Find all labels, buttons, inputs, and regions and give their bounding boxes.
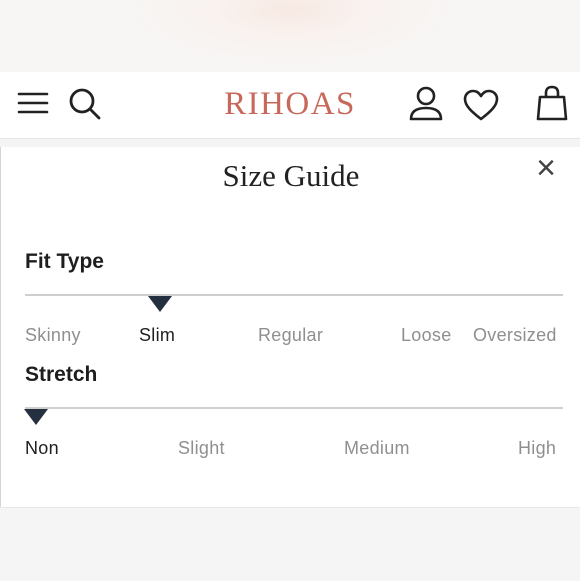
fit-option-skinny: Skinny (25, 325, 81, 345)
stretch-option-non: Non (25, 438, 59, 458)
stretch-option-slight: Slight (178, 438, 225, 458)
stretch-option-medium: Medium (344, 438, 410, 458)
wishlist-heart-icon[interactable] (462, 88, 500, 122)
account-icon[interactable] (407, 85, 445, 123)
site-header: RIHOAS (0, 72, 580, 139)
fit-type-label: Fit Type (25, 250, 104, 273)
close-icon: × (536, 149, 556, 187)
size-guide-title: Size Guide (222, 158, 360, 193)
blurred-background-top (0, 0, 580, 72)
header-separator (0, 139, 580, 147)
close-button[interactable]: × (531, 151, 561, 185)
stretch-label: Stretch (25, 363, 98, 386)
stretch-track (25, 407, 563, 409)
fit-type-marker (148, 296, 172, 312)
fit-option-oversized: Oversized (473, 325, 557, 345)
fit-option-slim: Slim (139, 325, 176, 345)
stretch-marker (24, 409, 48, 425)
fit-option-regular: Regular (258, 325, 324, 345)
size-guide-panel: Size Guide × Fit Type Skinny Slim Regula… (0, 147, 580, 507)
blurred-background-bottom (0, 507, 580, 581)
stretch-option-high: High (518, 438, 557, 458)
shopping-bag-icon[interactable] (535, 84, 569, 122)
fit-type-track (25, 294, 563, 296)
fit-option-loose: Loose (401, 325, 452, 345)
